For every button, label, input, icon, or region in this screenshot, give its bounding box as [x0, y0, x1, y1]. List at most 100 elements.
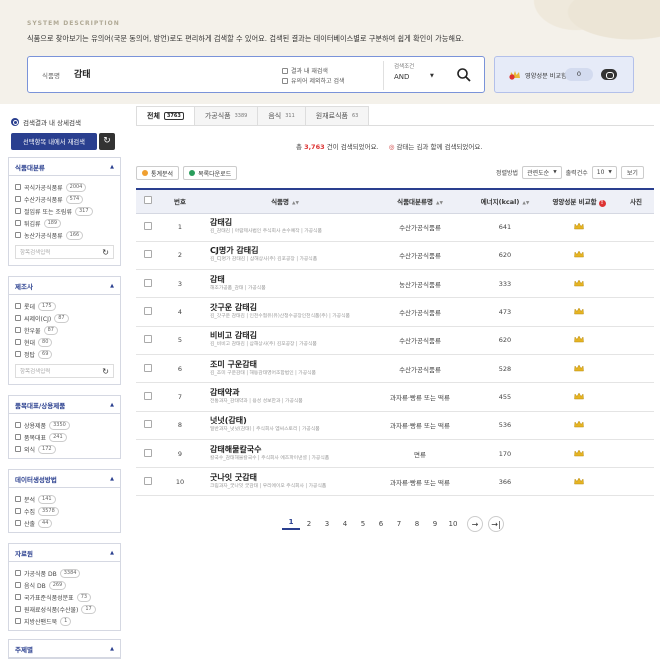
facet-header[interactable]: 데이터생성방법 ▲	[9, 470, 120, 488]
add-to-compare-icon[interactable]	[574, 477, 584, 485]
food-name-link[interactable]: 감태김	[210, 218, 370, 228]
facet-option[interactable]: 롯데 175	[15, 300, 114, 312]
sort-icon[interactable]: ▲▼	[522, 201, 529, 206]
row-name-cell[interactable]: 굿나잇 굿감태 크림과자_굿나잇 굿감태 | 우리에이오 주식회사 | 가공식품	[200, 468, 370, 496]
facet-option[interactable]: 음식 DB 269	[15, 579, 114, 591]
facet-option[interactable]: 원재료성식품(수산물) 17	[15, 603, 114, 615]
page-7[interactable]: 7	[390, 520, 408, 528]
facet-search-input[interactable]: 항목검색입력 ↻	[15, 364, 114, 378]
row-name-cell[interactable]: 갓구운 감태김 김_갓구운 감태김 | 인천수협유(유)산청수공장인천식품(주) …	[200, 298, 370, 326]
facet-option[interactable]: 분석 141	[15, 493, 114, 505]
refresh-icon[interactable]: ↻	[102, 248, 109, 257]
page-3[interactable]: 3	[318, 520, 336, 528]
food-name-link[interactable]: CJ명가 감태김	[210, 246, 370, 256]
row-checkbox[interactable]	[144, 363, 152, 372]
last-page-icon[interactable]: →|	[488, 516, 504, 532]
row-checkbox[interactable]	[144, 420, 152, 429]
facet-option[interactable]: 산출 44	[15, 517, 114, 529]
table-row[interactable]: 2 CJ명가 감태김 김_CJ명가 감태김 | 삼해상사(주) 김포공장 | 가공식…	[136, 241, 654, 270]
row-checkbox[interactable]	[144, 448, 152, 457]
facet-option[interactable]: 가공식품 DB 3384	[15, 567, 114, 579]
chevron-up-icon[interactable]: ▲	[110, 550, 114, 556]
checkbox[interactable]	[15, 582, 21, 588]
food-name-link[interactable]: 비비고 감태김	[210, 331, 370, 341]
facet-option[interactable]: 수집 3578	[15, 505, 114, 517]
facet-option[interactable]: 농산가공식품류 166	[15, 229, 114, 241]
add-to-compare-icon[interactable]	[574, 279, 584, 287]
row-name-cell[interactable]: 조미 구운감태 김_조미 구운감태 | 해동감태영어조합법인 | 가공식품	[200, 354, 370, 382]
checkbox[interactable]	[15, 422, 21, 428]
checkbox[interactable]	[15, 606, 21, 612]
table-row[interactable]: 7 감태약과 전통과자_감태약과 | 용성 성보한과 | 가공식품 과자류·빵류 또는…	[136, 383, 654, 412]
facet-option[interactable]: 곡식가공식품류 2004	[15, 181, 114, 193]
apply-filter-button[interactable]: 선택항목 내에서 재검색	[11, 133, 97, 150]
food-name-link[interactable]: 갓구운 감태김	[210, 303, 370, 313]
stats-button[interactable]: 통계분석	[136, 166, 180, 180]
facet-option[interactable]: 국가표준식품성분표 73	[15, 591, 114, 603]
row-name-cell[interactable]: 넛넛(감태) 일반과자_넛넛(감태) | 주식회사 엠씨스토리 | 가공식품	[200, 411, 370, 439]
row-checkbox[interactable]	[144, 222, 152, 231]
row-checkbox[interactable]	[144, 250, 152, 259]
checkbox[interactable]	[15, 315, 21, 321]
page-1[interactable]: 1	[282, 518, 300, 530]
tab-processed-food[interactable]: 가공식품 3389	[193, 106, 259, 126]
facet-header[interactable]: 제조사 ▲	[9, 277, 120, 295]
food-name-link[interactable]: 감태해물칼국수	[210, 445, 370, 455]
checkbox[interactable]	[15, 508, 21, 514]
checkbox[interactable]	[15, 339, 21, 345]
table-row[interactable]: 4 갓구운 감태김 김_갓구운 감태김 | 인천수협유(유)산청수공장인천식품(주)…	[136, 298, 654, 327]
add-to-compare-icon[interactable]	[574, 335, 584, 343]
row-name-cell[interactable]: 감태 해조가공품_감태 | 가공식품	[200, 270, 370, 298]
row-name-cell[interactable]: CJ명가 감태김 김_CJ명가 감태김 | 삼해상사(주) 김포공장 | 가공식품	[200, 241, 370, 269]
facet-option[interactable]: 한우물 87	[15, 324, 114, 336]
add-to-compare-icon[interactable]	[574, 392, 584, 400]
food-name-link[interactable]: 조미 구운감태	[210, 360, 370, 370]
next-page-icon[interactable]: →	[467, 516, 483, 532]
add-to-compare-icon[interactable]	[574, 449, 584, 457]
row-name-cell[interactable]: 감태해물칼국수 칼국수_감태해물칼국수 | 주식회사 에즈파이낸셜 | 가공식품	[200, 439, 370, 467]
checkbox[interactable]	[15, 303, 21, 309]
page-10[interactable]: 10	[444, 520, 462, 528]
tab-all[interactable]: 전체 3763	[136, 106, 195, 126]
add-to-compare-icon[interactable]	[574, 364, 584, 372]
header-category[interactable]: 식품대분류명 ▲▼	[370, 189, 470, 214]
per-page-select[interactable]: 10 ▼	[591, 166, 617, 179]
checkbox[interactable]	[15, 327, 21, 333]
facet-option[interactable]: 튀김류 189	[15, 217, 114, 229]
checkbox[interactable]	[15, 232, 21, 238]
facet-header[interactable]: 식품대분류 ▲	[9, 158, 120, 176]
add-to-compare-icon[interactable]	[574, 250, 584, 258]
checkbox[interactable]	[15, 434, 21, 440]
exclude-synonym-option[interactable]: 유의어 제외하고 검색	[282, 76, 345, 85]
checkbox[interactable]	[282, 77, 288, 84]
chevron-up-icon[interactable]: ▲	[110, 283, 114, 289]
add-to-compare-icon[interactable]	[574, 420, 584, 428]
row-name-cell[interactable]: 비비고 감태김 김_비비고 감태김 | 삼해상사(주) 김포공장 | 가공식품	[200, 326, 370, 354]
table-row[interactable]: 5 비비고 감태김 김_비비고 감태김 | 삼해상사(주) 김포공장 | 가공식품 수…	[136, 326, 654, 355]
facet-header[interactable]: 자료원 ▲	[9, 544, 120, 562]
header-name[interactable]: 식품명 ▲▼	[200, 189, 370, 214]
page-6[interactable]: 6	[372, 520, 390, 528]
row-checkbox[interactable]	[144, 335, 152, 344]
page-5[interactable]: 5	[354, 520, 372, 528]
facet-option[interactable]: 상용제품 3350	[15, 419, 114, 431]
page-9[interactable]: 9	[426, 520, 444, 528]
checkbox[interactable]	[15, 618, 21, 624]
chevron-up-icon[interactable]: ▲	[110, 402, 114, 408]
info-icon[interactable]: !	[598, 199, 606, 207]
checkbox[interactable]	[15, 496, 21, 502]
checkbox[interactable]	[15, 446, 21, 452]
facet-option[interactable]: 현대 80	[15, 336, 114, 348]
row-name-cell[interactable]: 감태약과 전통과자_감태약과 | 용성 성보한과 | 가공식품	[200, 383, 370, 411]
food-name-link[interactable]: 넛넛(감태)	[210, 416, 370, 426]
checkbox[interactable]	[15, 184, 21, 190]
add-to-compare-icon[interactable]	[574, 307, 584, 315]
row-name-cell[interactable]: 감태김 김_감태김 | 아람제사법인 주식회사 손수예작 | 가공식품	[200, 213, 370, 241]
row-checkbox[interactable]	[144, 476, 152, 485]
facet-header[interactable]: 품목대표/상용제품 ▲	[9, 396, 120, 414]
view-button[interactable]: 보기	[620, 166, 644, 179]
refresh-icon[interactable]: ↻	[102, 367, 109, 376]
checkbox[interactable]	[15, 594, 21, 600]
facet-search-input[interactable]: 항목검색입력 ↻	[15, 245, 114, 259]
row-checkbox[interactable]	[144, 391, 152, 400]
